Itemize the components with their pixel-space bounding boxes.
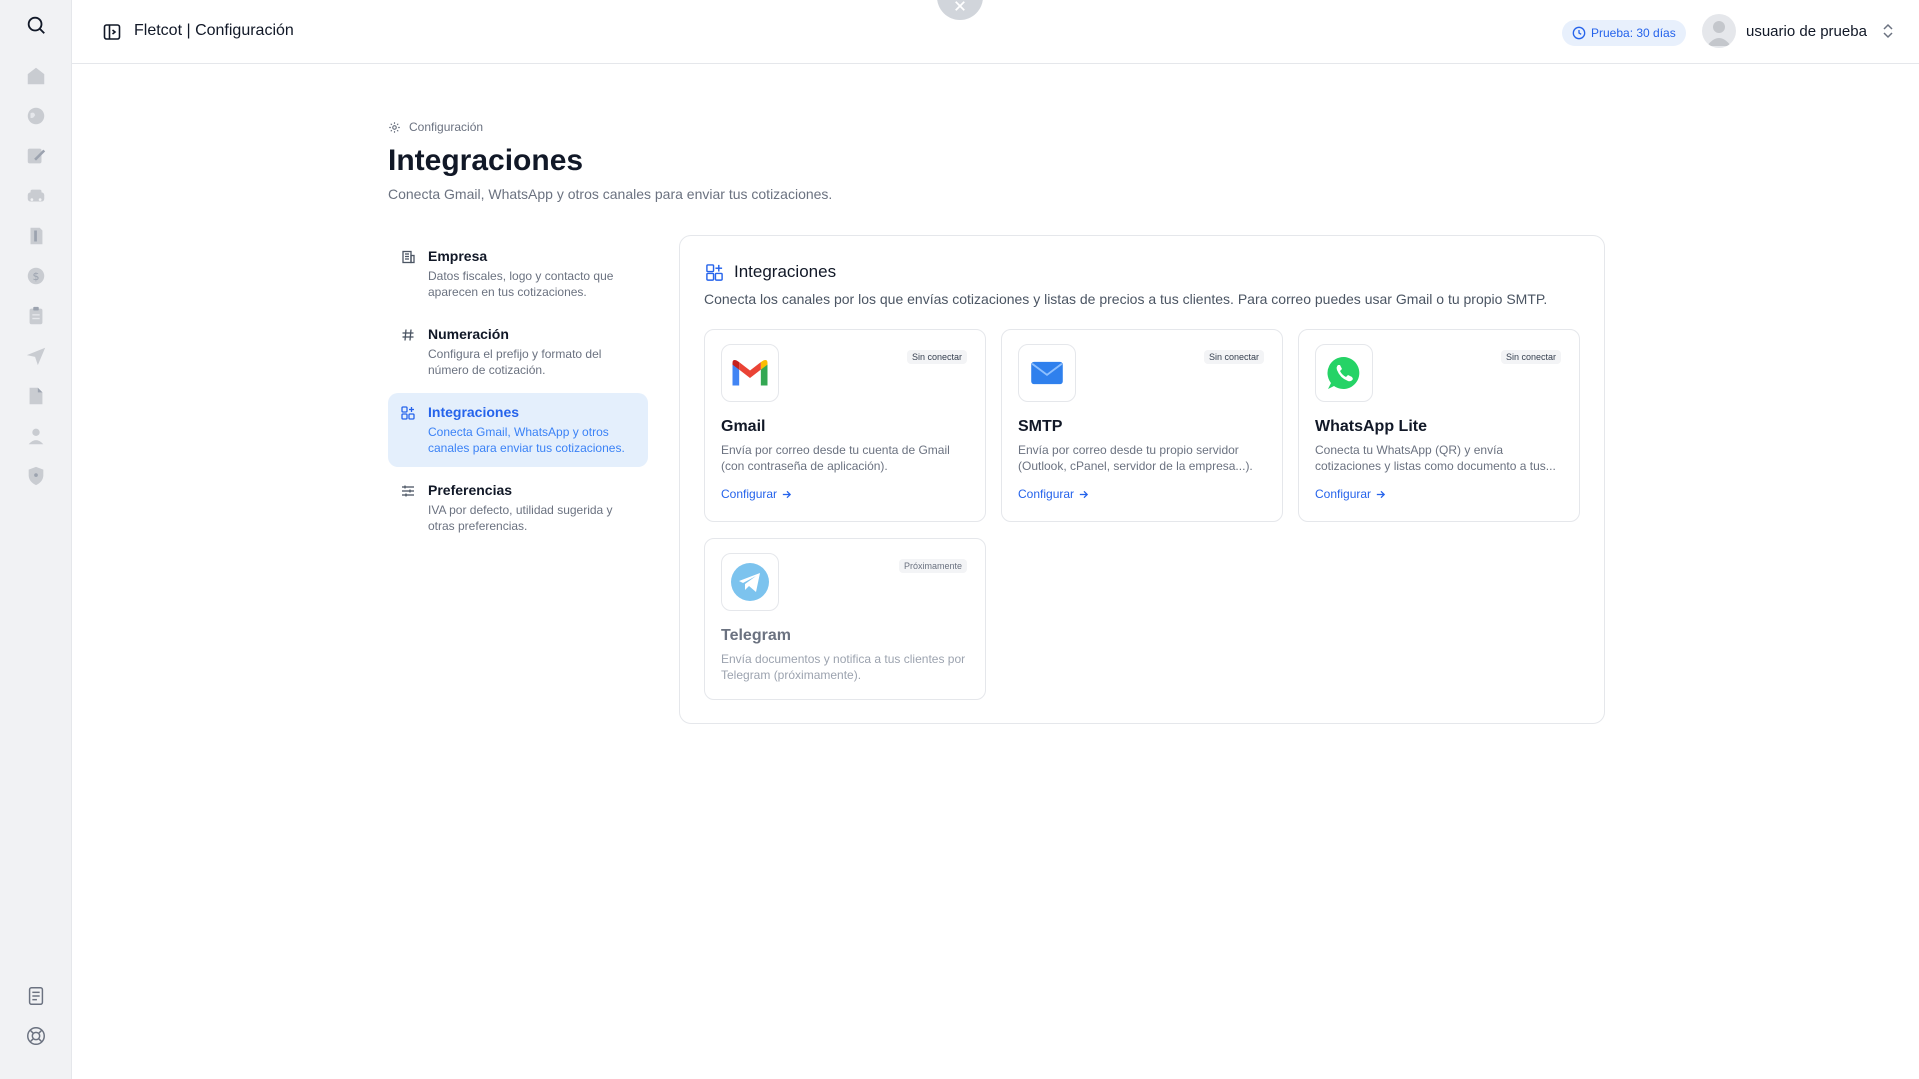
building-icon — [402, 250, 415, 264]
integration-name: WhatsApp Lite — [1315, 418, 1427, 435]
car-icon[interactable] — [20, 180, 52, 212]
svg-text:$: $ — [33, 270, 40, 283]
settings-nav-desc: Datos fiscales, logo y contacto que apar… — [428, 269, 614, 299]
mail-logo — [1018, 344, 1076, 402]
avatar — [1702, 14, 1736, 48]
app-window: $ Fletcot | Configuración Prueba: 30 día… — [0, 0, 1919, 1079]
integration-card-smtp[interactable]: Sin conectar SMTP Envía por correo desde… — [1001, 329, 1283, 522]
notes-icon[interactable] — [20, 980, 52, 1012]
integration-name: Gmail — [721, 418, 766, 435]
sliders-icon — [402, 485, 414, 497]
arrow-right-icon — [782, 490, 792, 498]
breadcrumb-label: Configuración — [409, 120, 484, 134]
integration-name: SMTP — [1018, 418, 1063, 435]
panel-subtitle: Conecta los canales por los que envías c… — [704, 291, 1548, 307]
clipboard-icon[interactable] — [20, 300, 52, 332]
top-bar: Fletcot | Configuración Prueba: 30 días … — [72, 0, 1919, 64]
globe-icon[interactable] — [20, 100, 52, 132]
settings-nav-label: Numeración — [428, 326, 509, 342]
configure-smtp-link[interactable]: Configurar — [1018, 487, 1089, 501]
hash-icon — [402, 329, 414, 341]
settings-nav-desc: IVA por defecto, utilidad sugerida y otr… — [428, 503, 613, 533]
dollar-icon[interactable]: $ — [20, 260, 52, 292]
grid-plus-icon — [401, 406, 415, 420]
settings-nav-item-integraciones[interactable]: Integraciones Conecta Gmail, WhatsApp y … — [388, 393, 648, 467]
settings-nav-item-empresa[interactable]: Empresa Datos fiscales, logo y contacto … — [388, 237, 648, 311]
shield-icon[interactable] — [20, 460, 52, 492]
gmail-logo — [721, 344, 779, 402]
status-badge: Sin conectar — [1203, 350, 1264, 364]
user-name: usuario de prueba — [1746, 22, 1867, 40]
user-menu[interactable]: usuario de prueba — [1702, 14, 1895, 48]
configure-label: Configurar — [721, 487, 778, 501]
integration-card-whatsapp[interactable]: Sin conectar WhatsApp Lite Conecta tu Wh… — [1298, 329, 1580, 522]
search-icon[interactable] — [20, 9, 52, 41]
status-badge: Próximamente — [898, 559, 967, 573]
configure-label: Configurar — [1018, 487, 1075, 501]
trial-badge-label: Prueba: 30 días — [1591, 26, 1676, 40]
help-icon[interactable] — [20, 1020, 52, 1052]
settings-nav-label: Integraciones — [428, 404, 520, 420]
page-title: Integraciones — [388, 144, 584, 177]
configure-whatsapp-link[interactable]: Configurar — [1315, 487, 1386, 501]
status-badge: Sin conectar — [906, 350, 967, 364]
configure-label: Configurar — [1315, 487, 1372, 501]
integration-desc: Conecta tu WhatsApp (QR) y envía cotizac… — [1315, 443, 1556, 473]
page-subtitle: Conecta Gmail, WhatsApp y otros canales … — [388, 186, 833, 202]
user-icon[interactable] — [20, 420, 52, 452]
settings-nav-item-numeracion[interactable]: Numeración Configura el prefijo y format… — [388, 315, 648, 389]
settings-nav-label: Empresa — [428, 248, 488, 264]
panel-title: Integraciones — [734, 262, 837, 281]
icon-rail: $ — [0, 0, 72, 1079]
settings-nav: Empresa Datos fiscales, logo y contacto … — [388, 237, 648, 549]
integration-desc: Envía por correo desde tu cuenta de Gmai… — [721, 443, 950, 473]
telegram-logo — [721, 553, 779, 611]
integration-desc: Envía documentos y notifica a tus client… — [721, 652, 966, 682]
breadcrumb[interactable]: Configuración — [388, 120, 483, 134]
status-badge: Sin conectar — [1500, 350, 1561, 364]
whatsapp-logo — [1315, 344, 1373, 402]
integration-desc: Envía por correo desde tu propio servido… — [1018, 443, 1253, 473]
send-icon[interactable] — [20, 340, 52, 372]
sidebar-toggle-icon[interactable] — [102, 22, 122, 42]
home-icon[interactable] — [20, 60, 52, 92]
document-icon[interactable] — [20, 220, 52, 252]
panel-header: Integraciones — [705, 262, 836, 282]
grid-plus-icon — [706, 263, 723, 281]
edit-icon[interactable] — [20, 140, 52, 172]
integrations-panel: Integraciones Conecta los canales por lo… — [679, 235, 1605, 724]
arrow-right-icon — [1079, 490, 1089, 498]
configure-gmail-link[interactable]: Configurar — [721, 487, 792, 501]
arrow-right-icon — [1376, 490, 1386, 498]
integration-name: Telegram — [721, 627, 791, 644]
settings-nav-item-preferencias[interactable]: Preferencias IVA por defecto, utilidad s… — [388, 471, 648, 545]
close-icon — [955, 1, 965, 11]
chevron-updown-icon — [1883, 23, 1893, 39]
app-title: Fletcot | Configuración — [134, 22, 294, 39]
file-icon[interactable] — [20, 380, 52, 412]
settings-nav-desc: Configura el prefijo y formato del númer… — [428, 347, 602, 377]
trial-badge[interactable]: Prueba: 30 días — [1562, 20, 1686, 46]
settings-nav-desc: Conecta Gmail, WhatsApp y otros canales … — [428, 425, 625, 455]
gear-icon — [389, 121, 400, 133]
clock-icon — [1572, 26, 1586, 40]
settings-nav-label: Preferencias — [428, 482, 513, 498]
integration-card-telegram: Próximamente Telegram Envía documentos y… — [704, 538, 986, 700]
integration-card-gmail[interactable]: Sin conectar Gmail Envía por correo desd… — [704, 329, 986, 522]
